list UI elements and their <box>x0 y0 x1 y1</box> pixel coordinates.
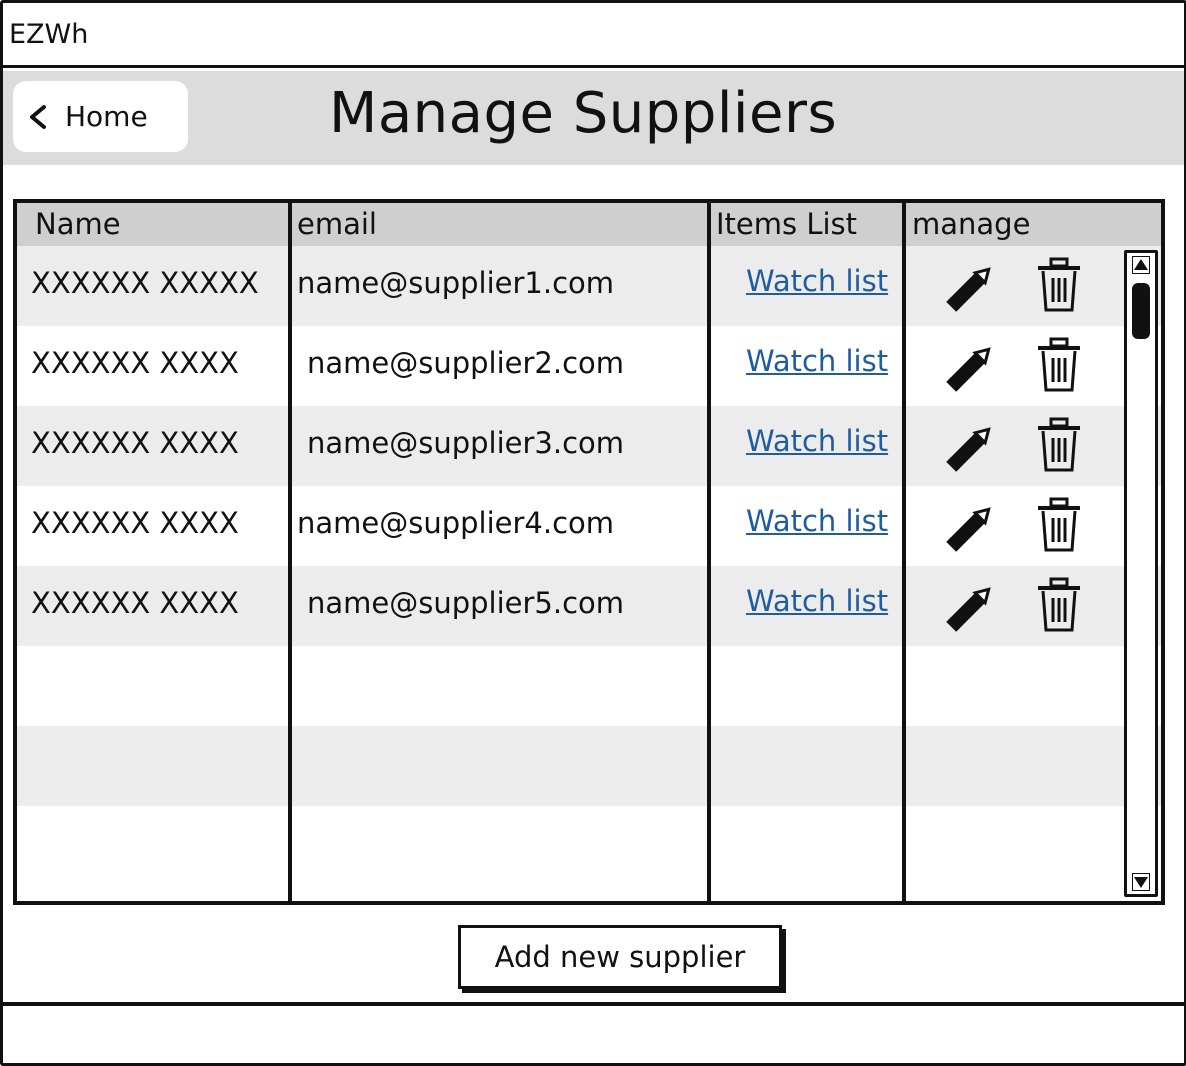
table-header: Name email Items List manage <box>17 203 1161 246</box>
column-header-manage: manage <box>912 207 1031 241</box>
app-window: EZWh Home Manage Suppliers Name email It… <box>0 0 1186 1066</box>
pencil-icon[interactable] <box>940 256 1002 322</box>
app-title: EZWh <box>9 19 89 50</box>
pencil-icon[interactable] <box>940 496 1002 562</box>
column-divider <box>707 203 711 901</box>
suppliers-table: Name email Items List manage XXXXXX XXXX… <box>13 199 1165 905</box>
supplier-email: name@supplier2.com <box>307 346 625 380</box>
table-row: XXXXXX XXXX name@supplier3.com Watch list <box>17 406 1161 486</box>
pencil-icon[interactable] <box>940 416 1002 482</box>
supplier-name: XXXXXX XXXX <box>31 586 239 620</box>
supplier-email: name@supplier3.com <box>307 426 625 460</box>
page-title: Manage Suppliers <box>329 81 838 146</box>
column-header-email: email <box>297 207 377 241</box>
empty-table-row <box>17 726 1161 806</box>
scroll-up-arrow-icon[interactable] <box>1132 256 1150 274</box>
watch-list-link[interactable]: Watch list <box>746 344 888 378</box>
table-row: XXXXXX XXXXX name@supplier1.com Watch list <box>17 246 1161 326</box>
empty-table-row <box>17 806 1161 886</box>
column-header-name: Name <box>35 207 121 241</box>
trash-icon[interactable] <box>1034 336 1084 400</box>
trash-icon[interactable] <box>1034 256 1084 320</box>
add-new-supplier-label: Add new supplier <box>494 940 746 974</box>
add-new-supplier-button[interactable]: Add new supplier <box>458 925 782 989</box>
title-bar: EZWh <box>3 3 1184 68</box>
chevron-left-icon <box>30 104 46 129</box>
watch-list-link[interactable]: Watch list <box>746 264 888 298</box>
scroll-down-arrow-icon[interactable] <box>1132 873 1150 891</box>
column-header-items: Items List <box>716 207 858 241</box>
watch-list-link[interactable]: Watch list <box>746 504 888 538</box>
empty-table-row <box>17 646 1161 726</box>
pencil-icon[interactable] <box>940 576 1002 642</box>
footer-divider <box>3 1002 1184 1006</box>
scrollbar-thumb[interactable] <box>1132 283 1150 339</box>
table-scrollbar[interactable] <box>1124 250 1158 897</box>
supplier-email: name@supplier1.com <box>297 266 615 300</box>
supplier-name: XXXXXX XXXX <box>31 426 239 460</box>
table-body: XXXXXX XXXXX name@supplier1.com Watch list… <box>17 246 1161 886</box>
column-divider <box>288 203 292 901</box>
supplier-name: XXXXXX XXXX <box>31 346 239 380</box>
table-row: XXXXXX XXXX name@supplier4.com Watch list <box>17 486 1161 566</box>
table-row: XXXXXX XXXX name@supplier5.com Watch list <box>17 566 1161 646</box>
trash-icon[interactable] <box>1034 496 1084 560</box>
watch-list-link[interactable]: Watch list <box>746 584 888 618</box>
trash-icon[interactable] <box>1034 416 1084 480</box>
supplier-email: name@supplier5.com <box>307 586 625 620</box>
table-row: XXXXXX XXXX name@supplier2.com Watch list <box>17 326 1161 406</box>
pencil-icon[interactable] <box>940 336 1002 402</box>
supplier-name: XXXXXX XXXX <box>31 506 239 540</box>
watch-list-link[interactable]: Watch list <box>746 424 888 458</box>
page-header: Home Manage Suppliers <box>3 71 1184 165</box>
home-button[interactable]: Home <box>13 81 188 152</box>
supplier-name: XXXXXX XXXXX <box>31 266 259 300</box>
supplier-email: name@supplier4.com <box>297 506 615 540</box>
column-divider <box>902 203 906 901</box>
trash-icon[interactable] <box>1034 576 1084 640</box>
home-button-label: Home <box>65 100 148 133</box>
